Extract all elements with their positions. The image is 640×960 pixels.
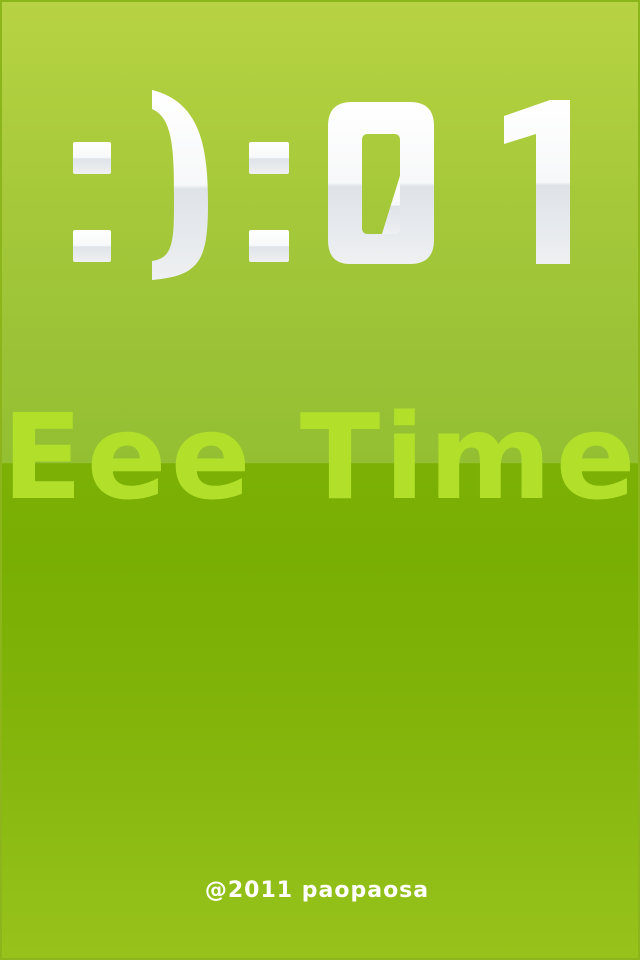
clock-colon-1 — [73, 142, 111, 262]
clock-digit-one — [504, 100, 570, 264]
app-title: Eee Timer — [2, 388, 640, 526]
clock-digit-zero — [328, 102, 434, 264]
clock-smile-bracket — [152, 90, 208, 280]
splash-screen: :):01 — [0, 0, 640, 960]
clock-display: :):01 — [2, 64, 638, 304]
copyright-text: @2011 paopaosa — [204, 878, 430, 903]
clock-colon-2 — [249, 142, 289, 262]
clock-digits-graphic — [73, 90, 570, 280]
